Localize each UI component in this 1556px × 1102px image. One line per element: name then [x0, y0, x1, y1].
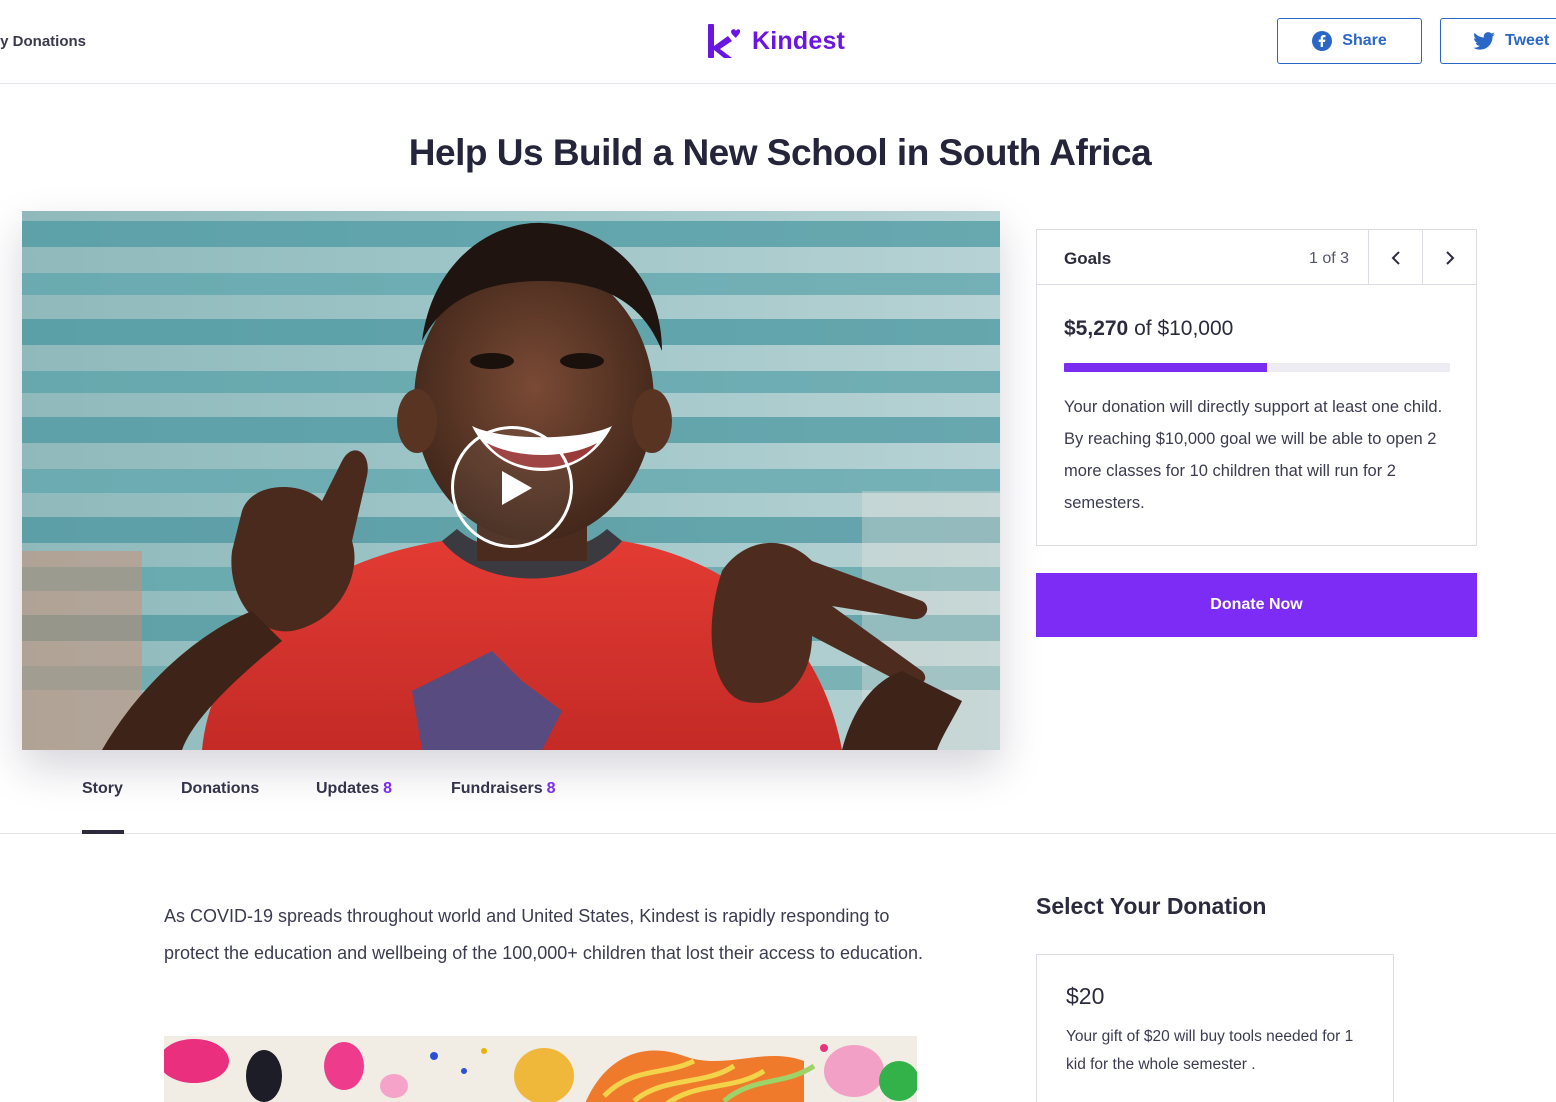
goal-description: Your donation will directly support at l… — [1064, 398, 1443, 512]
amount-raised: $5,270 — [1064, 317, 1129, 340]
campaign-video[interactable] — [22, 211, 1000, 750]
kindest-k-heart-icon — [708, 24, 740, 58]
top-header: ly Donations Kindest Share Tweet — [0, 0, 1556, 84]
chevron-left-icon — [1391, 250, 1400, 265]
select-donation-title: Select Your Donation — [1036, 893, 1267, 919]
play-icon — [502, 471, 532, 505]
tab-fundraisers-label: Fundraisers — [451, 780, 543, 797]
story-image — [164, 1036, 917, 1102]
kindest-logo[interactable]: Kindest — [706, 22, 845, 60]
goal-progress-fill — [1064, 363, 1268, 372]
campaign-title: Help Us Build a New School in South Afri… — [408, 132, 1152, 173]
twitter-tweet-label: Tweet — [1505, 32, 1550, 49]
goals-pager: 1 of 3 — [1309, 250, 1350, 267]
tab-donations[interactable]: Donations — [181, 780, 259, 798]
tab-updates-label: Updates — [316, 780, 380, 797]
donate-now-button[interactable]: Donate Now — [1036, 573, 1477, 637]
tab-fundraisers-count: 8 — [546, 780, 556, 797]
chevron-right-icon — [1445, 250, 1454, 265]
nav-my-donations-link[interactable]: ly Donations — [0, 33, 86, 50]
tab-fundraisers[interactable]: Fundraisers 8 — [451, 780, 556, 798]
donation-option-description: Your gift of $20 will buy tools needed f… — [1066, 1028, 1354, 1073]
tab-updates-count: 8 — [383, 780, 393, 797]
story-paragraph: As COVID-19 spreads throughout world and… — [164, 906, 924, 963]
donation-option-amount: $20 — [1066, 983, 1105, 1009]
logo-text: Kindest — [752, 26, 846, 55]
facebook-share-label: Share — [1342, 32, 1387, 49]
goals-amount: $5,270 of $10,000 — [1064, 317, 1233, 341]
tab-story-label: Story — [82, 780, 123, 797]
goals-header: Goals 1 of 3 — [1037, 230, 1476, 285]
twitter-icon — [1473, 32, 1495, 50]
goals-label: Goals — [1064, 249, 1112, 268]
amount-of-word: of — [1134, 317, 1152, 340]
campaign-tabs: Story Donations Updates 8 Fundraisers 8 — [0, 770, 1556, 834]
play-video-button[interactable] — [451, 426, 573, 548]
tab-donations-label: Donations — [181, 780, 260, 797]
active-tab-indicator — [82, 830, 124, 834]
donation-option-card[interactable]: $20 Your gift of $20 will buy tools need… — [1036, 954, 1394, 1102]
amount-target: $10,000 — [1157, 317, 1234, 340]
tab-story[interactable]: Story — [82, 780, 123, 798]
facebook-icon — [1312, 31, 1333, 51]
twitter-tweet-button[interactable]: Tweet — [1440, 18, 1556, 64]
tab-updates[interactable]: Updates 8 — [316, 780, 392, 798]
goals-next-button[interactable] — [1422, 230, 1476, 285]
goals-panel: Goals 1 of 3 $5,270 of $10,000 Your dona… — [1036, 229, 1477, 546]
goal-progress-bar — [1064, 363, 1450, 372]
goals-prev-button[interactable] — [1368, 230, 1422, 285]
paint-splash-image — [164, 1036, 917, 1102]
facebook-share-button[interactable]: Share — [1277, 18, 1422, 64]
